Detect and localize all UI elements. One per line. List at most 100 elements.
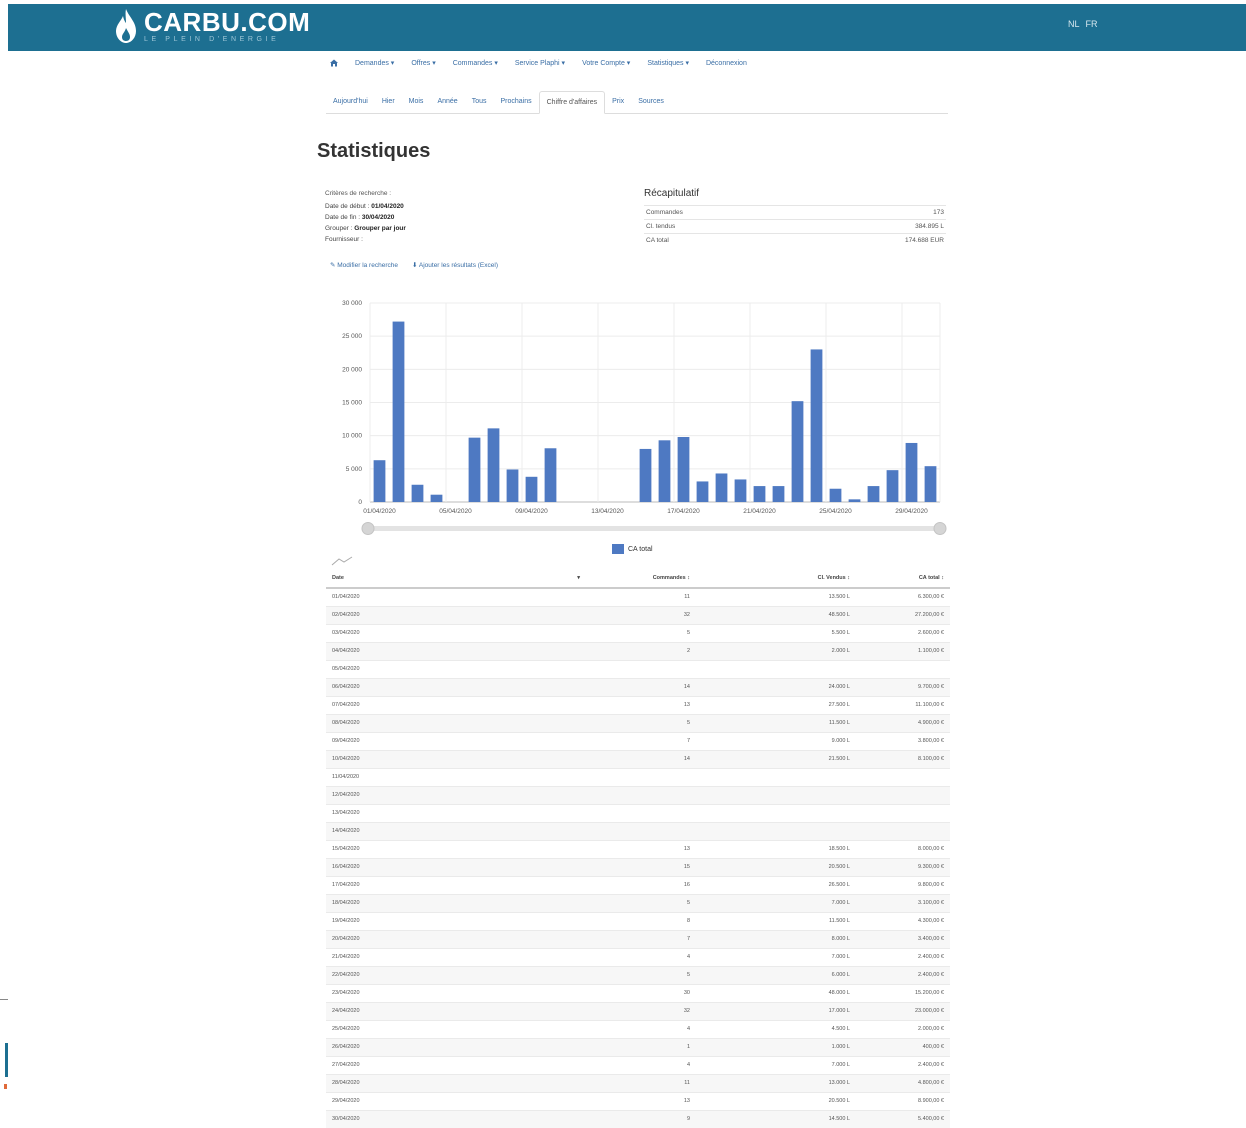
supplier-label: Fournisseur : (325, 236, 363, 243)
tab-sources[interactable]: Sources (631, 91, 671, 114)
cell-volume: 7.000 L (696, 1055, 856, 1074)
bar-19-04-2020 (715, 473, 728, 502)
nav-commandes[interactable]: Commandes ▾ (453, 59, 498, 67)
cell-date: 03/04/2020 (326, 623, 586, 642)
table-row: 23/04/2020 30 48.000 L 15.200,00 € (326, 983, 950, 1002)
nav-offres[interactable]: Offres ▾ (411, 59, 435, 67)
cell-ca-total: 8.900,00 € (856, 1091, 950, 1110)
table-row: 13/04/2020 (326, 803, 950, 822)
cell-volume: 27.500 L (696, 695, 856, 714)
recap-value: 173 (791, 205, 946, 220)
results-table: Date ▾ Commandes ↕ Cl. Vendus ↕ CA total… (326, 568, 950, 1128)
table-header-row: Date ▾ Commandes ↕ Cl. Vendus ↕ CA total… (326, 568, 950, 589)
bar-30-04-2020 (924, 466, 937, 502)
recap-table: Commandes 173 Cl. tendus 384.895 L CA tota… (644, 205, 946, 248)
edge-bar (5, 1043, 8, 1077)
nav-compte[interactable]: Votre Compte ▾ (582, 59, 630, 67)
cell-commandes: 11 (586, 1073, 696, 1092)
tab-hier[interactable]: Hier (375, 91, 402, 114)
page-title: Statistiques (317, 140, 431, 162)
cell-date: 17/04/2020 (326, 875, 586, 894)
col-volume[interactable]: Cl. Vendus ↕ (696, 568, 856, 589)
cell-ca-total: 4.300,00 € (856, 911, 950, 930)
nav-statistiques[interactable]: Statistiques ▾ (647, 59, 689, 67)
start-date-value: 01/04/2020 (371, 203, 404, 210)
table-row: 26/04/2020 1 1.000 L 400,00 € (326, 1037, 950, 1056)
chart-legend[interactable]: CA total (612, 544, 653, 554)
group-value: Grouper par jour (354, 225, 406, 232)
nav-service[interactable]: Service Plaphi ▾ (515, 59, 565, 67)
y-tick-label: 25 000 (342, 333, 362, 340)
cell-volume: 26.500 L (696, 875, 856, 894)
col-ca-label: CA total (918, 574, 940, 581)
range-slider-handle-right[interactable] (933, 522, 947, 535)
brand-logo[interactable]: CARBU.COM LE PLEIN D'ENERGIE (114, 8, 310, 44)
col-commandes[interactable]: Commandes ↕ (586, 568, 696, 589)
cell-date: 27/04/2020 (326, 1055, 586, 1074)
criteria-heading: Critères de recherche : (325, 190, 392, 197)
recap-row: CA total 174.688 EUR (644, 233, 946, 248)
cell-date: 16/04/2020 (326, 857, 586, 876)
cell-ca-total: 3.400,00 € (856, 929, 950, 948)
tab-prix[interactable]: Prix (605, 91, 631, 114)
cell-ca-total: 9.700,00 € (856, 677, 950, 696)
cell-ca-total: 1.100,00 € (856, 641, 950, 660)
cell-volume: 48.000 L (696, 983, 856, 1002)
lang-fr[interactable]: FR (1086, 19, 1098, 29)
cell-date: 05/04/2020 (326, 659, 586, 678)
y-tick-label: 5 000 (346, 466, 363, 473)
x-tick-label: 09/04/2020 (515, 508, 548, 515)
table-row: 04/04/2020 2 2.000 L 1.100,00 € (326, 641, 950, 660)
nav-demandes[interactable]: Demandes ▾ (355, 59, 394, 67)
cell-volume: 18.500 L (696, 839, 856, 858)
cell-volume: 4.500 L (696, 1019, 856, 1038)
cell-volume (696, 767, 856, 786)
bar-04-04-2020 (430, 494, 443, 502)
cell-date: 15/04/2020 (326, 839, 586, 858)
home-icon[interactable] (330, 59, 338, 67)
cell-commandes: 32 (586, 1001, 696, 1020)
table-row: 06/04/2020 14 24.000 L 9.700,00 € (326, 677, 950, 696)
tab-annee[interactable]: Année (430, 91, 464, 114)
range-slider-handle-left[interactable] (361, 522, 375, 535)
lang-nl[interactable]: NL (1068, 19, 1080, 29)
table-row: 05/04/2020 (326, 659, 950, 678)
tab-prochains[interactable]: Prochains (493, 91, 538, 114)
cell-commandes: 13 (586, 1091, 696, 1110)
recap-row: Commandes 173 (644, 205, 946, 220)
cell-commandes (586, 785, 696, 804)
cell-ca-total: 8.100,00 € (856, 749, 950, 768)
cell-volume: 13.500 L (696, 587, 856, 606)
col-date[interactable]: Date ▾ (326, 568, 586, 589)
x-tick-label: 01/04/2020 (363, 508, 396, 515)
cell-ca-total: 2.600,00 € (856, 623, 950, 642)
cell-commandes: 5 (586, 713, 696, 732)
recap-value: 384.895 L (791, 219, 946, 234)
cell-commandes: 13 (586, 695, 696, 714)
tab-tous[interactable]: Tous (465, 91, 494, 114)
cell-commandes: 7 (586, 929, 696, 948)
tab-mois[interactable]: Mois (402, 91, 431, 114)
end-date-label: Date de fin : (325, 214, 361, 221)
export-excel-link[interactable]: ⬇ Ajouter les résultats (Excel) (412, 261, 498, 269)
col-ca-total[interactable]: CA total ↕ (856, 568, 950, 589)
bar-15-04-2020 (639, 448, 652, 502)
cell-volume: 9.000 L (696, 731, 856, 750)
sub-nav-tabs: Aujourd'hui Hier Mois Année Tous Prochai… (326, 91, 948, 114)
nav-deconnexion[interactable]: Déconnexion (706, 60, 747, 67)
cell-volume: 8.000 L (696, 929, 856, 948)
cell-ca-total (856, 803, 950, 822)
tab-aujourdhui[interactable]: Aujourd'hui (326, 91, 375, 114)
cell-date: 23/04/2020 (326, 983, 586, 1002)
modify-search-link[interactable]: ✎ Modifier la recherche (330, 261, 398, 269)
cell-date: 21/04/2020 (326, 947, 586, 966)
cell-date: 01/04/2020 (326, 587, 586, 606)
cell-date: 10/04/2020 (326, 749, 586, 768)
export-excel-label: Ajouter les résultats (Excel) (418, 262, 498, 269)
cell-commandes: 32 (586, 605, 696, 624)
tab-chiffre-affaires[interactable]: Chiffre d'affaires (538, 91, 606, 114)
table-row: 16/04/2020 15 20.500 L 9.300,00 € (326, 857, 950, 876)
table-row: 20/04/2020 7 8.000 L 3.400,00 € (326, 929, 950, 948)
bar-22-04-2020 (772, 486, 785, 502)
modify-search-label: Modifier la recherche (337, 262, 398, 269)
